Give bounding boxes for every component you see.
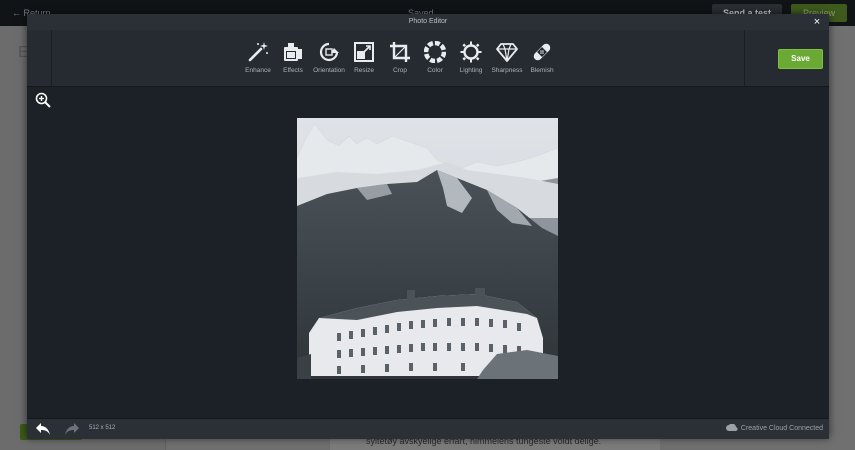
close-button[interactable]: × — [811, 16, 823, 28]
color-wheel-icon — [424, 41, 446, 63]
image-size-label: 512 x 512 — [89, 425, 116, 431]
save-button[interactable]: Save — [778, 49, 823, 69]
editor-canvas — [27, 87, 829, 418]
redo-icon[interactable] — [64, 422, 80, 436]
diamond-icon — [496, 43, 518, 62]
resize-icon — [354, 42, 374, 62]
tool-color[interactable]: Color — [416, 41, 454, 81]
sun-icon — [460, 41, 482, 63]
tool-orientation[interactable]: Orientation — [310, 41, 348, 81]
modal-title: Photo Editor — [408, 18, 448, 25]
tool-sharpness[interactable]: Sharpness — [488, 41, 526, 81]
modal-title-bar: Photo Editor × — [27, 14, 829, 30]
tool-blemish-label: Blemish — [530, 67, 554, 74]
editor-toolbar: Enhance Effects Orientation Resize Crop … — [27, 30, 829, 87]
editor-bottom-bar: 512 x 512 Creative Cloud Connected — [27, 418, 829, 439]
magic-wand-icon — [248, 42, 268, 62]
undo-icon[interactable] — [35, 422, 51, 436]
tool-effects[interactable]: Effects — [274, 41, 312, 81]
photo-preview[interactable] — [297, 118, 558, 379]
tool-crop[interactable]: Crop — [381, 41, 419, 81]
zoom-in-icon[interactable] — [35, 92, 51, 108]
toolbar-left-cell — [27, 30, 52, 86]
tool-resize[interactable]: Resize — [345, 41, 383, 81]
photo-editor-modal: Photo Editor × Enhance Effects Orientati… — [27, 14, 829, 439]
tool-lighting[interactable]: Lighting — [452, 41, 490, 81]
tool-enhance[interactable]: Enhance — [239, 41, 277, 81]
creative-cloud-icon — [725, 424, 738, 432]
tool-blemish[interactable]: Blemish — [523, 41, 561, 81]
bandage-icon — [533, 43, 551, 61]
creative-cloud-status: Creative Cloud Connected — [725, 424, 823, 432]
creative-cloud-status-text: Creative Cloud Connected — [740, 424, 823, 432]
crop-icon — [390, 42, 410, 62]
rotate-icon — [319, 42, 339, 62]
effects-icon — [284, 43, 302, 61]
